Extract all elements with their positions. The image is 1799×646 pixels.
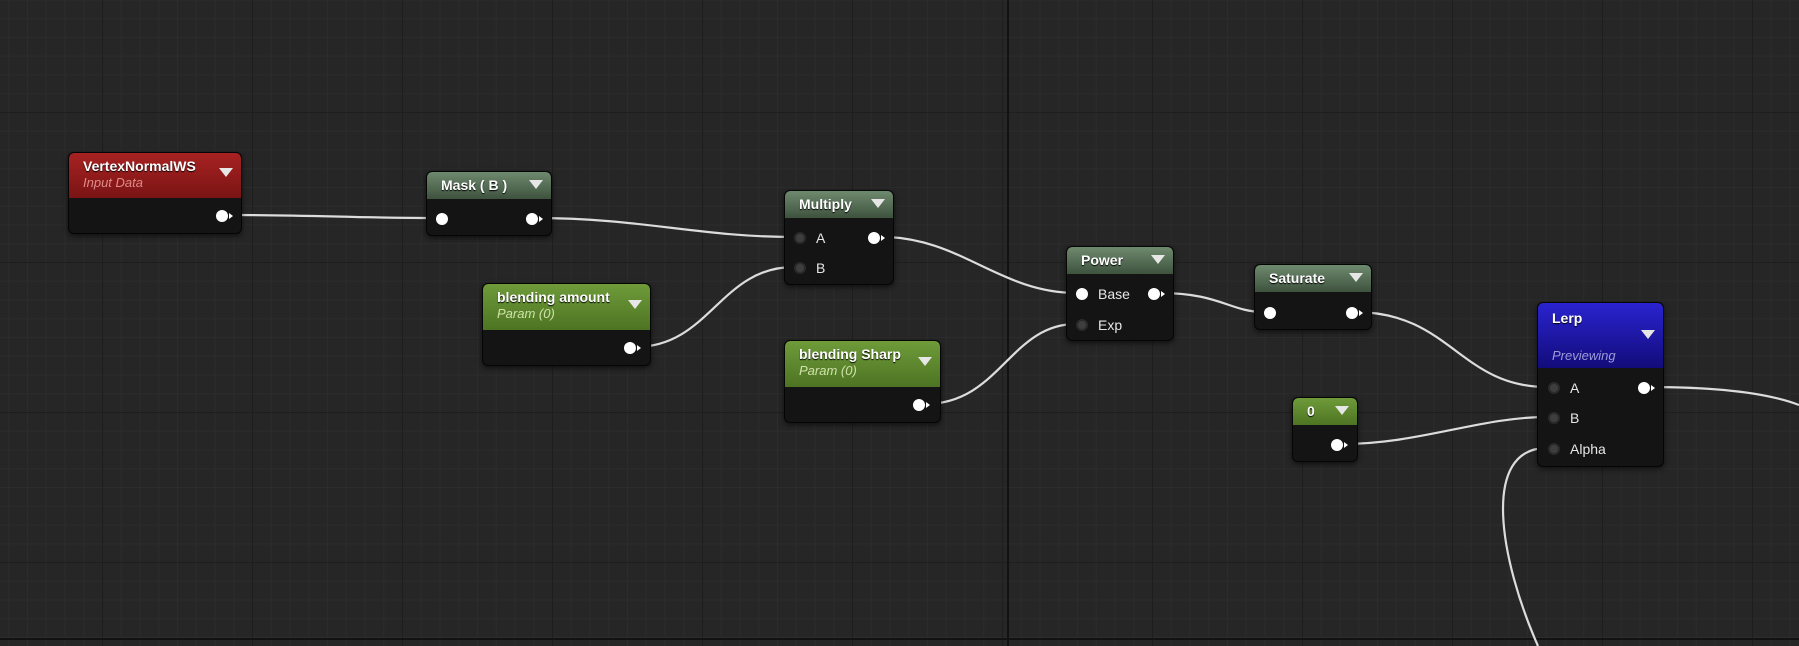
wire-blending-amount-to-multiply-b [634,265,795,349]
node-subtitle: Previewing [1552,348,1616,363]
arrow-down-icon[interactable] [1151,255,1165,264]
node-power[interactable]: Power Base Exp [1066,246,1174,341]
wire-mask-to-multiply-a [535,216,795,239]
arrow-down-icon[interactable] [1349,273,1363,282]
node-blending-amount[interactable]: blending amount Param (0) [482,283,651,366]
wire-vertexnormal-to-mask [230,213,437,220]
node-vertex-normal-ws[interactable]: VertexNormalWS Input Data [68,152,242,234]
connection-wires [230,213,1799,646]
arrow-down-icon[interactable] [219,168,233,177]
node-saturate[interactable]: Saturate [1254,264,1372,330]
wire-lerp-alpha-input [1501,446,1548,646]
node-title: Lerp [1552,310,1583,326]
arrow-down-icon[interactable] [918,357,932,366]
input-pin-b[interactable] [794,262,806,274]
node-header[interactable]: Mask ( B ) [427,172,551,199]
wire-multiply-to-power-base [881,235,1077,295]
wire-power-to-saturate [1159,291,1265,314]
node-multiply[interactable]: Multiply A B [784,190,894,285]
output-pin[interactable] [868,232,885,244]
node-header[interactable]: Lerp Previewing [1538,303,1663,368]
wire-zero-to-lerp-b [1341,415,1548,446]
arrow-down-icon[interactable] [529,180,543,189]
input-pin-base[interactable] [1076,288,1088,300]
arrow-down-icon[interactable] [628,300,642,309]
node-header[interactable]: Saturate [1255,265,1371,292]
input-label-alpha: Alpha [1570,441,1606,457]
arrow-down-icon[interactable] [871,199,885,208]
input-label-b: B [816,260,826,276]
input-label-a: A [816,230,826,246]
output-pin[interactable] [624,342,641,354]
wire-lerp-output [1647,385,1799,407]
node-blending-sharp[interactable]: blending Sharp Param (0) [784,340,941,423]
wire-saturate-to-lerp-a [1354,310,1548,389]
node-subtitle: Param (0) [799,363,857,378]
node-title: Power [1081,252,1124,268]
arrow-down-icon[interactable] [1335,406,1349,415]
node-title: Saturate [1269,270,1326,286]
input-label-base: Base [1098,286,1130,302]
node-title: 0 [1307,403,1315,419]
node-title: Multiply [799,196,852,212]
arrow-down-icon[interactable] [1641,330,1655,339]
node-subtitle: Param (0) [497,306,555,321]
node-header[interactable]: blending Sharp Param (0) [785,341,940,387]
node-title: Mask ( B ) [441,177,508,193]
node-header[interactable]: Multiply [785,191,893,218]
node-header[interactable]: Power [1067,247,1173,274]
output-pin[interactable] [526,213,543,225]
node-subtitle: Input Data [83,175,143,190]
node-header[interactable]: 0 [1293,398,1357,425]
input-pin[interactable] [436,213,448,225]
node-header[interactable]: VertexNormalWS Input Data [69,153,241,198]
output-pin[interactable] [1346,307,1363,319]
input-pin-a[interactable] [1548,382,1560,394]
node-mask-b[interactable]: Mask ( B ) [426,171,552,236]
output-pin[interactable] [1148,288,1165,300]
output-pin[interactable] [216,210,233,222]
input-label-b: B [1570,410,1580,426]
node-title: blending Sharp [799,346,901,362]
output-pin[interactable] [913,399,930,411]
input-pin-b[interactable] [1548,412,1560,424]
node-header[interactable]: blending amount Param (0) [483,284,650,330]
input-pin-exp[interactable] [1076,319,1088,331]
node-title: blending amount [497,289,610,305]
node-constant-zero[interactable]: 0 [1292,397,1358,462]
output-pin[interactable] [1331,439,1348,451]
node-lerp[interactable]: Lerp Previewing A B Alpha [1537,302,1664,467]
node-title: VertexNormalWS [83,158,196,174]
output-pin[interactable] [1638,382,1655,394]
input-pin[interactable] [1264,307,1276,319]
input-label-exp: Exp [1098,317,1123,333]
wire-blending-sharp-to-power-exp [924,322,1077,406]
input-pin-a[interactable] [794,232,806,244]
input-label-a: A [1570,380,1580,396]
input-pin-alpha[interactable] [1548,443,1560,455]
